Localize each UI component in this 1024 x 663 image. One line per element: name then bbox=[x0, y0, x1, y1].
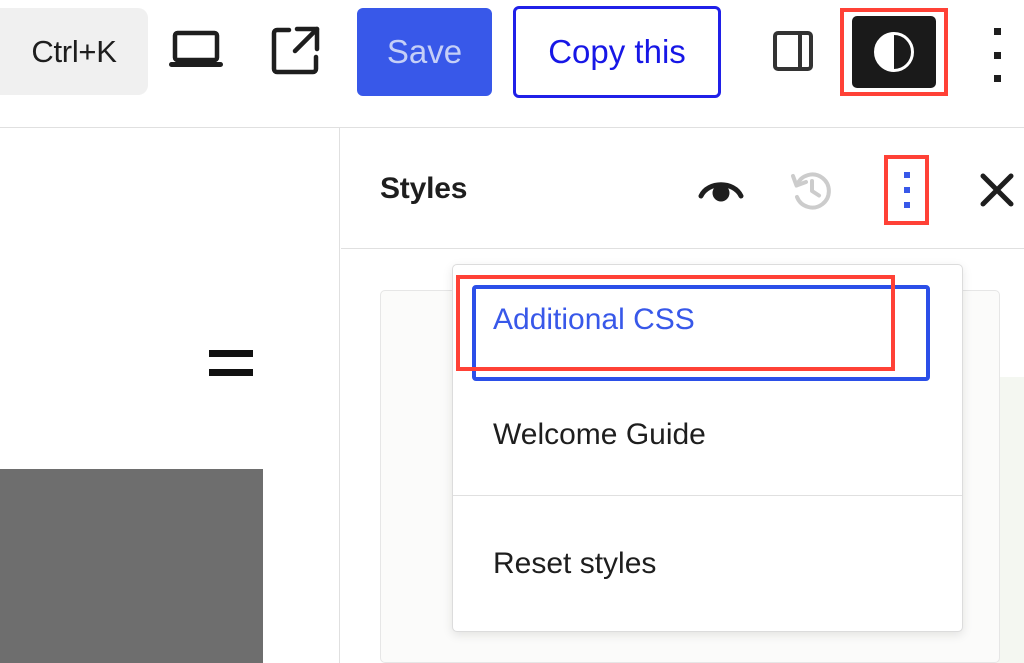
vertical-ellipsis-icon-dot bbox=[993, 51, 1001, 59]
eye-icon bbox=[698, 174, 744, 209]
keyboard-shortcut-label: Ctrl+K bbox=[31, 33, 117, 69]
close-styles-panel-button[interactable] bbox=[968, 162, 1024, 220]
laptop-icon-button[interactable] bbox=[166, 20, 226, 82]
close-x-icon bbox=[977, 170, 1017, 213]
menu-item-reset-styles[interactable]: Reset styles bbox=[453, 496, 962, 631]
laptop-icon bbox=[168, 28, 224, 75]
dark-mode-toggle-group bbox=[840, 8, 948, 96]
toolbar-more-options-button[interactable] bbox=[977, 25, 1017, 85]
top-toolbar: Ctrl+K Save Copy this bbox=[0, 0, 1024, 128]
style-book-eye-button[interactable] bbox=[692, 162, 750, 220]
sidebar-toggle-button[interactable] bbox=[762, 22, 824, 82]
menu-item-additional-css[interactable]: Additional CSS bbox=[453, 265, 962, 374]
editor-preview-pane bbox=[0, 128, 340, 663]
vertical-ellipsis-icon-dot bbox=[993, 28, 1001, 35]
revision-history-icon bbox=[789, 167, 835, 216]
copy-this-button[interactable]: Copy this bbox=[513, 6, 721, 98]
styles-panel-title: Styles bbox=[380, 172, 468, 205]
save-button[interactable]: Save bbox=[357, 8, 492, 96]
external-link-button[interactable] bbox=[266, 20, 326, 82]
styles-options-menu: Additional CSS Welcome Guide Reset style… bbox=[452, 264, 963, 632]
menu-item-welcome-guide[interactable]: Welcome Guide bbox=[453, 374, 962, 495]
highlight-box-dark-mode bbox=[840, 8, 948, 96]
revision-history-button[interactable] bbox=[783, 162, 841, 220]
app-root: Ctrl+K Save Copy this Styles Additional … bbox=[0, 0, 1024, 663]
highlight-box-styles-more-options bbox=[884, 155, 929, 225]
vertical-ellipsis-icon-dot bbox=[993, 75, 1001, 82]
preview-gray-block bbox=[0, 469, 263, 663]
keyboard-shortcut-chip: Ctrl+K bbox=[0, 8, 148, 95]
sidebar-toggle-icon bbox=[771, 29, 815, 76]
external-link-icon bbox=[270, 24, 322, 79]
styles-more-options-group bbox=[884, 155, 929, 225]
equals-lines-icon bbox=[209, 350, 253, 376]
